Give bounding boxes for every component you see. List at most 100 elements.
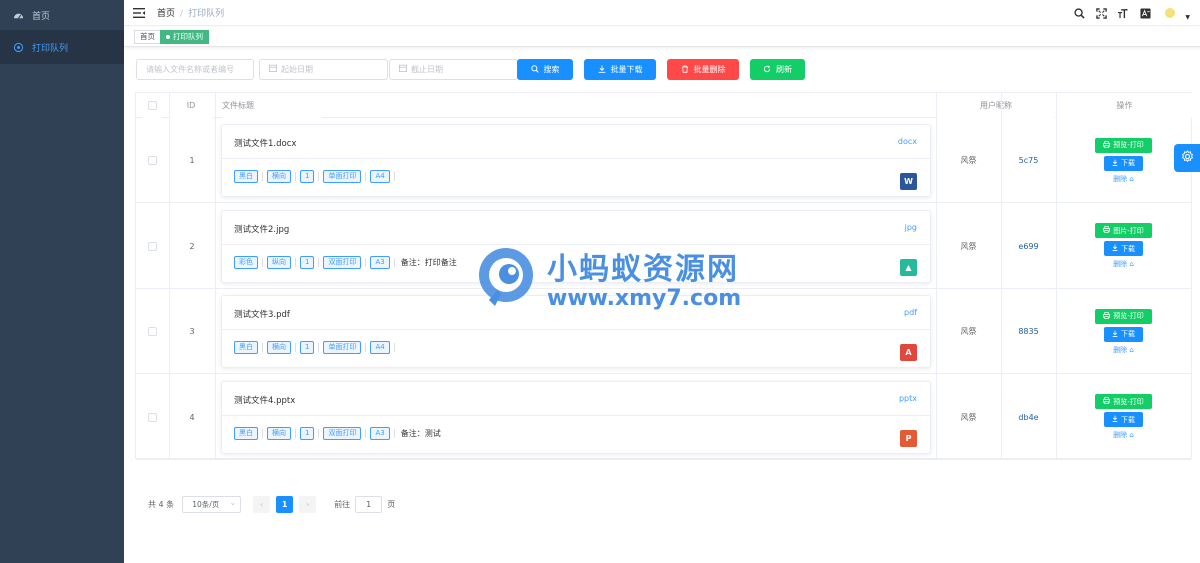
header-nickname: 用户昵称 (937, 93, 1055, 118)
breadcrumb-home[interactable]: 首页 (157, 9, 175, 19)
page-number-button[interactable]: 1 (276, 496, 294, 513)
print-option-tag: 纵向 (267, 255, 291, 269)
fullscreen-icon[interactable] (1095, 7, 1107, 19)
batch-download-button[interactable]: 批量下载 (584, 59, 656, 80)
table-row: 4 测试文件4.pptx pptx 黑白 横向 1 双面打印 A3 备注：测试 P 风祭 db4e 预览… (136, 375, 1191, 460)
search-icon (530, 64, 539, 75)
image-file-icon: ▲ (900, 258, 917, 276)
tags-view: 首页 打印队列 (124, 27, 1200, 47)
print-option-tag: A3 (370, 255, 390, 269)
tag-print-queue[interactable]: 打印队列 (160, 30, 209, 44)
prev-page-button[interactable]: ‹ (253, 496, 271, 513)
row-code: 5c75 (1018, 156, 1039, 165)
row-actions: 图片-打印下载删除 ⌂ (1056, 204, 1191, 289)
preview-print-button[interactable]: 预览-打印 (1095, 137, 1152, 153)
print-option-tag: 彩色 (234, 255, 258, 269)
search-icon[interactable] (1073, 7, 1085, 19)
hamburger-icon[interactable] (133, 7, 145, 19)
batch-delete-button[interactable]: 批量删除 (667, 59, 739, 80)
delete-link[interactable]: 删除 ⌂ (1113, 345, 1134, 355)
print-options: 黑白 横向 1 单面打印 A4 (234, 170, 399, 183)
language-icon[interactable] (1139, 7, 1151, 19)
row-checkbox[interactable] (148, 241, 157, 251)
print-note: 备注：打印备注 (400, 257, 457, 267)
next-page-button[interactable]: › (299, 496, 317, 513)
tag-separator (365, 343, 367, 352)
end-date-field[interactable]: 截止日期 (389, 59, 518, 80)
tag-separator (295, 257, 296, 267)
download-label: 下载 (1121, 415, 1135, 424)
row-checkbox[interactable] (148, 412, 157, 422)
download-button[interactable]: 下载 (1104, 155, 1143, 171)
print-option-tag: 黑白 (234, 426, 258, 440)
print-option-tag: 1 (300, 341, 315, 354)
avatar[interactable] (1165, 8, 1176, 18)
download-button[interactable]: 下载 (1104, 326, 1143, 342)
file-card: 测试文件1.docx docx 黑白 横向 1 单面打印 A4 W (221, 124, 931, 197)
search-button[interactable]: 搜索 (517, 59, 573, 80)
row-id: 1 (189, 156, 195, 165)
start-date-field[interactable]: 起始日期 (259, 59, 388, 80)
sidebar-item-print-queue[interactable]: 打印队列 (0, 30, 124, 64)
download-icon (1112, 244, 1118, 253)
refresh-button[interactable]: 刷新 (750, 59, 805, 80)
select-all-checkbox-cell (142, 93, 162, 118)
search-input[interactable]: 请输入文件名称或者编号 (136, 59, 254, 80)
printer-icon (1103, 226, 1111, 235)
file-extension: docx (897, 137, 917, 146)
tag-separator (262, 257, 263, 267)
delete-label: 删除 (1113, 260, 1128, 268)
tag-home[interactable]: 首页 (134, 30, 161, 44)
goto-page-input[interactable]: 1 (355, 496, 383, 513)
start-date-placeholder: 起始日期 (281, 65, 313, 74)
file-card: 测试文件4.pptx pptx 黑白 横向 1 双面打印 A3 备注：测试 P (221, 380, 931, 454)
tag-separator (365, 172, 367, 181)
card-divider (222, 243, 930, 245)
row-actions: 预览-打印下载删除 ⌂ (1056, 118, 1191, 203)
tag-separator (262, 343, 263, 352)
preview-print-button[interactable]: 预览-打印 (1095, 394, 1152, 409)
delete-link[interactable]: 删除 ⌂ (1113, 174, 1134, 184)
row-checkbox[interactable] (148, 156, 157, 165)
chevron-down-icon[interactable]: ▼ (1185, 14, 1190, 21)
row-checkbox[interactable] (148, 327, 157, 336)
page-suffix: 页 (387, 500, 396, 509)
select-all-checkbox[interactable] (147, 101, 157, 110)
page-size-select[interactable]: 10条/页 (182, 495, 242, 513)
preview-print-label: 预览-打印 (1113, 312, 1144, 320)
breadcrumb-current: 打印队列 (188, 9, 225, 19)
print-queue-icon (12, 41, 24, 53)
row-id: 4 (189, 412, 195, 422)
file-title: 测试文件2.jpg (234, 224, 290, 235)
row-checkbox-cell (136, 204, 169, 289)
row-code: db4e (1018, 412, 1039, 422)
sidebar-item-label: 首页 (32, 11, 51, 22)
download-button[interactable]: 下载 (1104, 241, 1143, 256)
tag-separator (295, 343, 296, 352)
print-option-tag: 横向 (267, 426, 291, 440)
download-button[interactable]: 下载 (1104, 412, 1143, 427)
download-icon (1112, 415, 1118, 424)
settings-button[interactable] (1174, 144, 1200, 172)
font-size-icon[interactable] (1117, 7, 1129, 19)
file-extension: pptx (898, 393, 917, 403)
preview-print-button[interactable]: 预览-打印 (1095, 308, 1152, 324)
header-title: 文件标题 (222, 93, 322, 118)
file-card: 测试文件2.jpg jpg 彩色 纵向 1 双面打印 A3 备注：打印备注 ▲ (221, 209, 931, 283)
header-ops: 操作 (1057, 93, 1192, 118)
file-extension: pdf (904, 308, 917, 317)
preview-print-button[interactable]: 图片-打印 (1095, 223, 1152, 238)
tag-separator (262, 428, 263, 438)
dashboard-icon (12, 9, 24, 21)
delete-link[interactable]: 删除 ⌂ (1113, 430, 1134, 440)
delete-link[interactable]: 删除 ⌂ (1113, 259, 1134, 269)
sidebar-item-home[interactable]: 首页 (0, 0, 124, 30)
download-label: 下载 (1121, 244, 1135, 253)
row-checkbox-cell (136, 118, 169, 203)
delete-label: 删除 (1113, 345, 1128, 354)
card-divider (222, 329, 930, 330)
preview-print-label: 预览-打印 (1113, 141, 1144, 149)
print-option-tag: 单面打印 (323, 341, 362, 354)
search-input-placeholder: 请输入文件名称或者编号 (146, 65, 234, 74)
tag-separator (393, 343, 395, 352)
